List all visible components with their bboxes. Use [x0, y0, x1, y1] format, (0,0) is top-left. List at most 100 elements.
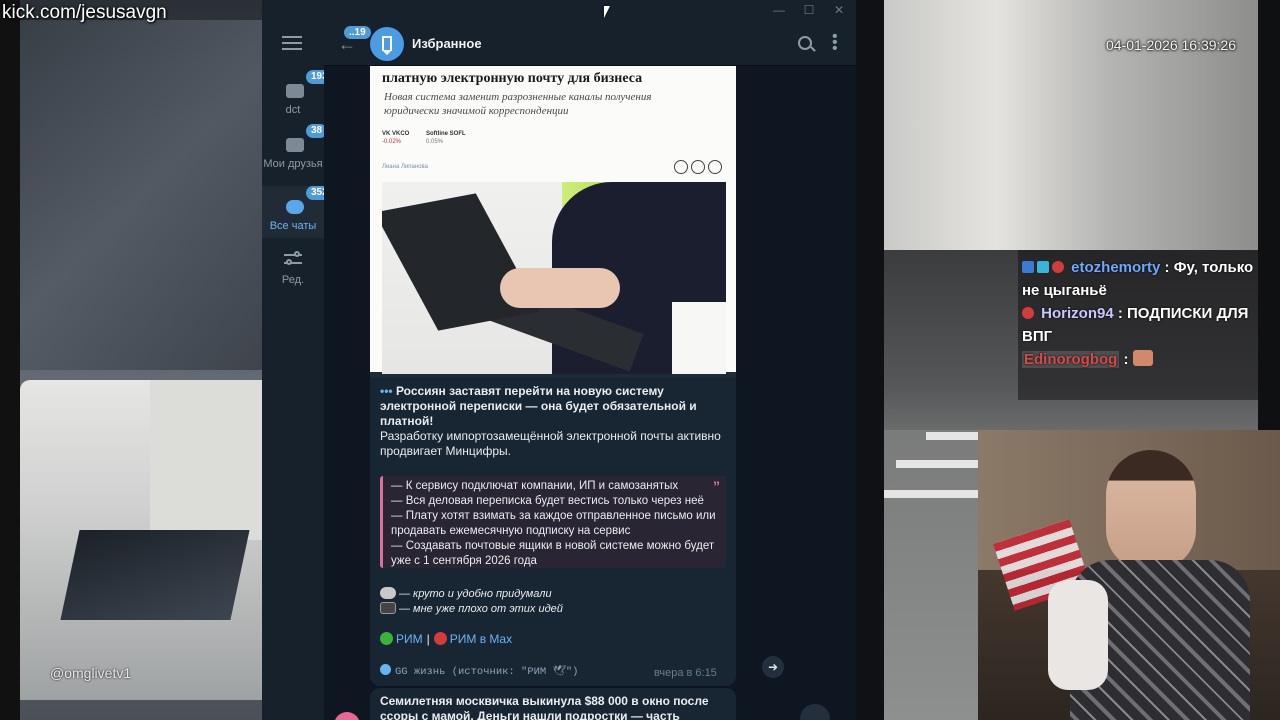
- window-titlebar: — ☐ ✕: [262, 0, 856, 22]
- dots-icon: •••: [380, 384, 393, 398]
- badge-icon: [1022, 307, 1034, 319]
- scroll-down-icon[interactable]: ⌄: [800, 704, 830, 720]
- reaction-line: — мне уже плохо от этих идей: [380, 602, 563, 617]
- ticker-change: 0.05%: [426, 139, 444, 145]
- folder-sidebar: 193 dct 38 Мои друзья 352 Все чаты Ред.: [262, 22, 333, 720]
- chat-text: :: [1123, 351, 1129, 368]
- photo-sofa: [672, 302, 726, 374]
- max-logo-icon: [433, 632, 447, 645]
- scene-wall: [20, 20, 262, 370]
- badge-icon: [1037, 261, 1049, 273]
- quote-line: — Вся деловая переписка будет вестись то…: [391, 495, 704, 507]
- stream-background-left: [0, 0, 262, 720]
- sliders-icon: [280, 248, 306, 270]
- scene-truck-window: [60, 530, 250, 620]
- link-separator: |: [426, 632, 430, 646]
- chat-username: etozhemorty: [1071, 259, 1161, 276]
- post-paragraph: Разработку импортозамещённой электронной…: [380, 429, 721, 458]
- chats-icon: 352: [280, 186, 333, 216]
- badge-icon: [1052, 261, 1064, 273]
- folder-icon: 38: [280, 124, 328, 154]
- scene-edge: [0, 0, 20, 720]
- reaction-text: — круто и удобно придумали: [399, 588, 552, 600]
- emoji-icon: [380, 602, 396, 614]
- article-author: Лиана Липанова: [382, 164, 428, 170]
- webcam-feed: [978, 430, 1280, 720]
- article-photo: [382, 182, 726, 374]
- chat-message: Edinorogbog :: [1018, 348, 1258, 371]
- webcam-person: [1106, 450, 1196, 570]
- photo-laptop: [382, 193, 540, 331]
- message-bubble: Семилетняя москвичка выкинула $88 000 в …: [370, 688, 736, 720]
- chat-username: Edinorogbog: [1022, 351, 1120, 368]
- screen: kick.com/jesusavgn 04-01-2026 16:39:26 @…: [0, 0, 1280, 720]
- quote-line: — Создавать почтовые ящики в новой систе…: [391, 540, 715, 567]
- article-screenshot: платную электронную почту для бизнеса Но…: [370, 66, 736, 378]
- sender-avatar[interactable]: [334, 712, 360, 720]
- message-time: вчера в 6:15: [654, 667, 717, 679]
- bookmark-icon: [382, 36, 392, 51]
- search-icon[interactable]: [798, 36, 812, 50]
- post-links: РИМ | РИМ в Max: [380, 632, 512, 646]
- share-icon: [674, 160, 688, 174]
- chat-username: Horizon94: [1041, 305, 1114, 322]
- gift-icon: [691, 160, 705, 174]
- rim-logo-icon: [380, 632, 393, 645]
- link-rim-max[interactable]: РИМ в Max: [450, 632, 512, 646]
- chat-title[interactable]: Избранное: [412, 36, 482, 51]
- link-rim[interactable]: РИМ: [396, 632, 423, 646]
- photo-hands: [500, 268, 620, 308]
- signature-text: GG жизнь (источник: "РИМ 🕊"): [395, 666, 579, 678]
- blockquote: ” — К сервису подключат компании, ИП и с…: [380, 476, 726, 568]
- folder-label: Ред.: [281, 274, 305, 286]
- ticker-name: VK VKCO: [382, 131, 410, 137]
- ticker-name: Softline SOFL: [426, 131, 466, 137]
- post-title: ••• Россиян заставят перейти на новую си…: [380, 384, 728, 429]
- close-button[interactable]: ✕: [832, 3, 846, 17]
- person-icon: [380, 664, 391, 675]
- article-actions: [674, 160, 728, 176]
- forward-icon[interactable]: ➜: [762, 656, 784, 678]
- chat-header: ← ..19 Избранное • • •: [324, 22, 856, 66]
- chat-message: Horizon94 : ПОДПИСКИ ДЛЯ ВПГ: [1018, 302, 1258, 348]
- message-list: платную электронную почту для бизнеса Но…: [324, 66, 856, 720]
- microphone: [1048, 580, 1108, 690]
- mouse-cursor-icon: [604, 6, 610, 18]
- post-signature: GG жизнь (источник: "РИМ 🕊"): [380, 664, 578, 678]
- maximize-button[interactable]: ☐: [802, 3, 816, 17]
- folder-icon: 193: [280, 70, 333, 100]
- back-unread-badge: ..19: [344, 26, 371, 39]
- post-title-text: Россиян заставят перейти на новую систем…: [380, 384, 697, 428]
- ticker-change: -0.02%: [382, 139, 402, 145]
- heart-icon: [380, 587, 396, 599]
- bookmark-icon: [708, 160, 722, 174]
- ticker: Softline SOFL 0.05%: [426, 130, 466, 146]
- message-bubble: платную электронную почту для бизнеса Но…: [370, 66, 736, 686]
- stream-timestamp: 04-01-2026 16:39:26: [1106, 37, 1236, 53]
- folder-label: dct: [285, 104, 301, 116]
- scene-edge: [1258, 0, 1280, 430]
- chat-message: etozhemorty : Фу, только не цыганьё: [1018, 256, 1258, 302]
- folder-dct[interactable]: 193 dct: [262, 70, 333, 118]
- reaction-text: — мне уже плохо от этих идей: [399, 603, 563, 615]
- folder-label: Все чаты: [269, 220, 317, 232]
- reaction-line: — круто и удобно придумали: [380, 587, 552, 602]
- folder-label: Мои друзья: [263, 158, 323, 170]
- quote-line: — Плату хотят взимать за каждое отправле…: [391, 510, 716, 537]
- emote-icon: [1132, 350, 1153, 366]
- saved-messages-avatar[interactable]: [370, 27, 404, 61]
- scene-edge: [856, 0, 884, 720]
- more-icon[interactable]: • • •: [832, 29, 838, 57]
- stream-url: kick.com/jesusavgn: [2, 2, 167, 23]
- folder-edit[interactable]: Ред.: [262, 248, 324, 288]
- telegram-window: — ☐ ✕ 193 dct 38 Мои друзья 352 Все чаты: [262, 0, 856, 720]
- next-post-text: Семилетняя москвичка выкинула $88 000 в …: [380, 694, 709, 720]
- minimize-button[interactable]: —: [772, 3, 786, 17]
- article-headline: платную электронную почту для бизнеса: [382, 71, 643, 86]
- folder-all-chats[interactable]: 352 Все чаты: [262, 186, 333, 238]
- quote-icon: ”: [713, 478, 720, 494]
- folder-friends[interactable]: 38 Мои друзья: [262, 124, 328, 184]
- scene-truck-box: [150, 380, 262, 540]
- menu-icon[interactable]: [282, 36, 302, 52]
- quote-line: — К сервису подключат компании, ИП и сам…: [391, 480, 679, 492]
